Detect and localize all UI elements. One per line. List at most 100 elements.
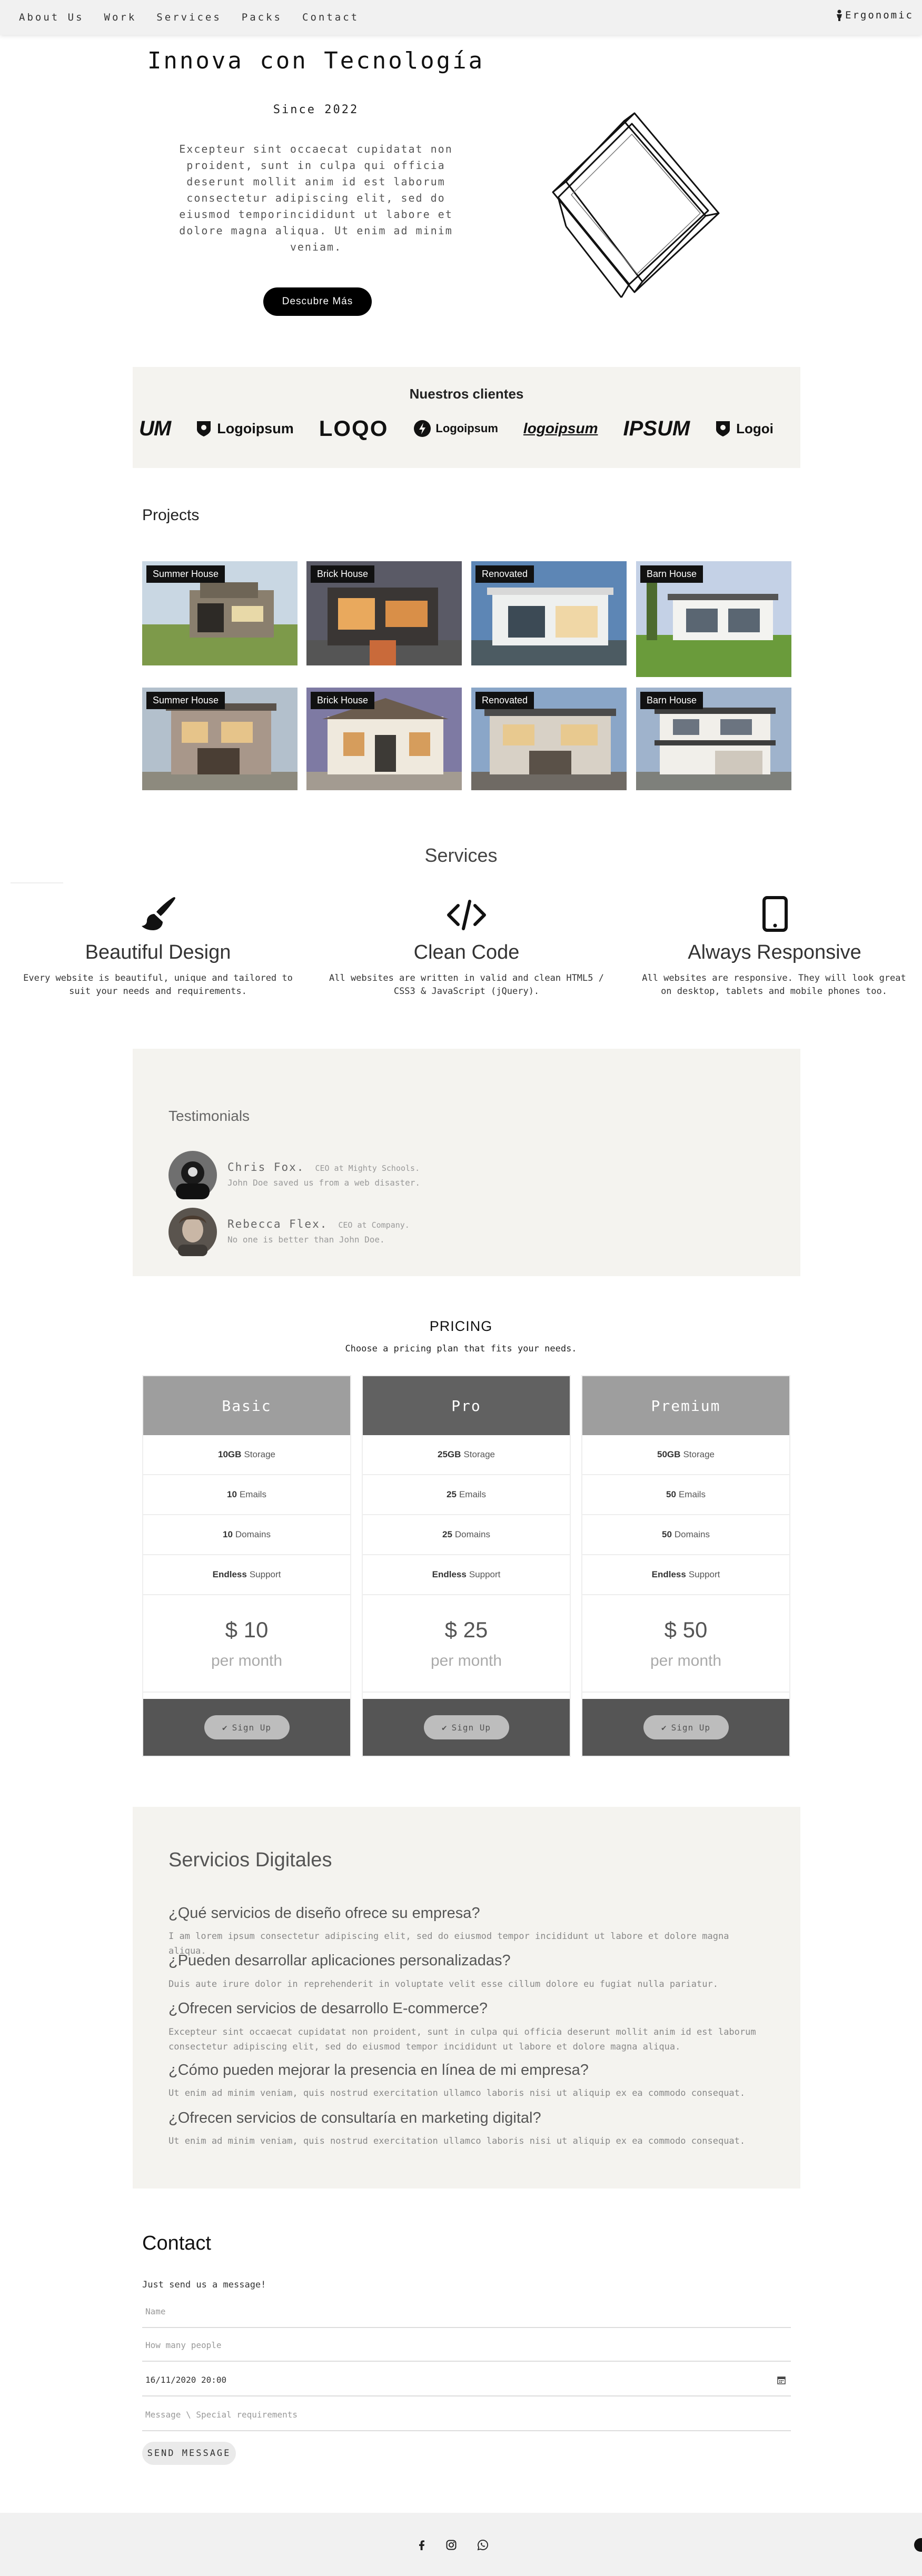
person-icon [837,9,842,21]
faq-answer: Excepteur sint occaecat cupidatat non pr… [168,2027,756,2052]
plan-price: $ 25 per month [363,1595,570,1693]
sign-up-button[interactable]: ✔ Sign Up [423,1715,509,1739]
calendar-icon[interactable] [777,2376,786,2384]
testimonial-quote: John Doe saved us from a web disaster. [227,1178,421,1188]
pricing-plan-basic: Basic 10GB Storage 10 Emails 10 Domains End… [142,1375,351,1757]
client-logo-strip: UM Logoipsum LOQO Logoipsum logoipsum IP… [139,415,794,442]
testimonial-item: Rebecca Flex. CEO at Company. No one is b… [168,1208,410,1256]
people-field[interactable]: How many people [142,2329,791,2362]
testimonial-name: Chris Fox. [227,1161,305,1173]
check-icon: ✔ [441,1722,448,1733]
send-message-button[interactable]: SEND MESSAGE [142,2442,236,2465]
plan-feature: Endless Support [582,1555,789,1595]
project-tag: Brick House [311,692,375,709]
project-tag: Summer House [146,692,225,709]
services-title: Services [424,844,498,866]
project-tag: Renovated [475,565,534,583]
project-tag: Brick House [311,565,375,583]
project-tag: Barn House [640,565,703,583]
instagram-icon[interactable] [445,2539,457,2551]
brand-link[interactable]: Ergonomic [836,9,914,21]
plan-period: per month [430,1652,502,1669]
faq-answer: Ut enim ad minim veniam, quis nostrud ex… [168,2136,746,2146]
project-card[interactable]: Barn House [636,561,791,677]
service-title: Clean Code [413,941,520,963]
faq-question[interactable]: ¿Pueden desarrollar aplicaciones persona… [168,1952,511,1970]
project-card[interactable]: Summer House [142,561,298,665]
plan-feature: 25 Domains [363,1515,570,1555]
plan-feature: 25 Emails [363,1475,570,1515]
facebook-icon[interactable] [416,2539,428,2551]
project-card[interactable]: Barn House [636,688,791,790]
avatar [168,1151,217,1199]
client-logo: logoipsum [523,420,598,436]
check-icon: ✔ [661,1722,667,1733]
code-icon [447,900,486,930]
pricing-plan-pro: Pro 25GB Storage 25 Emails 25 Domains Endle… [362,1375,571,1757]
faq-question[interactable]: ¿Qué servicios de diseño ofrece su empre… [168,1905,480,1922]
faq-answer: Ut enim ad minim veniam, quis nostrud ex… [168,2088,746,2098]
faq-answer: Duis aute irure dolor in reprehenderit i… [168,1979,718,1990]
plan-feature: 50 Emails [582,1475,789,1515]
plan-price: $ 10 per month [143,1595,350,1693]
nav-packs[interactable]: Packs [242,12,282,23]
plan-name: Pro [451,1397,481,1415]
nav-about-us[interactable]: About Us [19,12,84,23]
testimonial-role: CEO at Mighty Schools. [315,1163,420,1173]
nav-services[interactable]: Services [156,12,222,23]
faq-question[interactable]: ¿Cómo pueden mejorar la presencia en lín… [168,2062,589,2079]
service-desc: All websites are written in valid and cl… [329,973,604,997]
faq-question[interactable]: ¿Ofrecen servicios de desarrollo E-comme… [168,2000,488,2017]
testimonials-title: Testimonials [168,1108,250,1124]
faq-question[interactable]: ¿Ofrecen servicios de consultaría en mar… [168,2110,541,2127]
projects-title: Projects [142,506,200,524]
plan-amount: $ 50 [664,1617,708,1642]
chat-widget-tab[interactable] [914,2538,922,2552]
plan-feature: 50 Domains [582,1515,789,1555]
project-tag: Renovated [475,692,534,709]
contact-title: Contact [142,2232,211,2254]
shield-logo-icon [197,421,211,436]
testimonial-item: Chris Fox. CEO at Mighty Schools. John Do… [168,1151,420,1199]
discover-button[interactable]: Descubre Más [263,287,372,316]
nav-work[interactable]: Work [104,12,137,23]
avatar [168,1208,217,1256]
project-card[interactable]: Renovated [471,688,627,790]
nav-contact[interactable]: Contact [302,12,359,23]
plan-feature: Endless Support [143,1555,350,1595]
plan-feature: 25GB Storage [363,1435,570,1475]
project-card[interactable]: Renovated [471,561,627,665]
client-logo: UM [139,416,171,440]
project-card[interactable]: Brick House [306,561,462,665]
bolt-logo-icon [414,420,431,437]
project-tag: Barn House [640,692,703,709]
footer [0,2513,922,2576]
testimonial-role: CEO at Company. [338,1220,410,1230]
service-title: Always Responsive [688,941,861,963]
client-logo: Logoi [715,420,774,437]
project-card[interactable]: Summer House [142,688,298,790]
datetime-field[interactable]: 16/11/2020 20:00 [142,2364,791,2396]
plan-feature: Endless Support [363,1555,570,1595]
whatsapp-icon[interactable] [477,2539,489,2551]
plan-amount: $ 10 [225,1617,269,1642]
datetime-value: 16/11/2020 20:00 [145,2374,227,2385]
project-tag: Summer House [146,565,225,583]
pricing-subtitle: Choose a pricing plan that fits your nee… [345,1344,577,1354]
plan-feature: 50GB Storage [582,1435,789,1475]
client-logo: IPSUM [623,416,690,440]
plan-period: per month [650,1652,722,1669]
sign-up-button[interactable]: ✔ Sign Up [204,1715,290,1739]
project-card[interactable]: Brick House [306,688,462,790]
contact-subtitle: Just send us a message! [142,2280,266,2290]
hero-text: Excepteur sint occaecat cupidatat non pr… [179,143,453,253]
client-logo: Logoipsum [196,420,294,437]
shield-logo-icon [716,421,730,436]
service-title: Beautiful Design [85,941,231,963]
pricing-plan-premium: Premium 50GB Storage 50 Emails 50 Domains E… [581,1375,790,1757]
name-field[interactable]: Name [142,2295,791,2328]
message-field[interactable]: Message \ Special requirements [142,2399,791,2431]
sign-up-button[interactable]: ✔ Sign Up [643,1715,729,1739]
plan-amount: $ 25 [444,1617,488,1642]
plan-feature: 10 Emails [143,1475,350,1515]
